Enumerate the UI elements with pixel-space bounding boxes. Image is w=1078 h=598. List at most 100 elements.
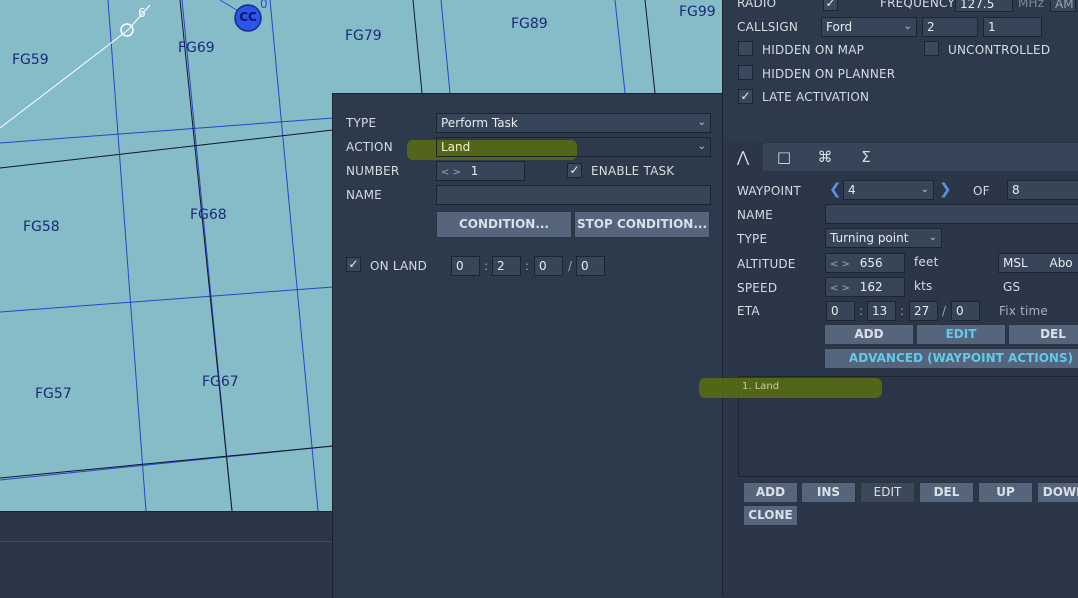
time-seconds-input[interactable]: 0 bbox=[534, 256, 563, 276]
grid-label: FG67 bbox=[202, 374, 239, 390]
time-days-input[interactable]: 0 bbox=[576, 256, 605, 276]
time-minutes-input[interactable]: 2 bbox=[492, 256, 521, 276]
time-separator: / bbox=[942, 304, 947, 318]
altitude-stepper[interactable]: < > 656 bbox=[825, 253, 905, 273]
enable-task-checkbox[interactable]: ✓ bbox=[567, 163, 582, 178]
waypoint-name-input[interactable] bbox=[825, 204, 1078, 224]
map-view[interactable]: CC 6 0 FG59 FG69 FG79 FG58 FG68 FG57 FG6… bbox=[0, 0, 333, 511]
altitude-label: ALTITUDE bbox=[737, 257, 796, 271]
eta-hours-input[interactable]: 0 bbox=[826, 301, 855, 321]
time-separator: : bbox=[859, 304, 864, 318]
number-value: 1 bbox=[470, 164, 479, 178]
hidden-on-map-checkbox[interactable] bbox=[738, 41, 753, 56]
grid-label: FG99 bbox=[679, 4, 716, 20]
hidden-on-planner-label: HIDDEN ON PLANNER bbox=[762, 67, 896, 81]
time-hours-input[interactable]: 0 bbox=[451, 256, 480, 276]
map-grid bbox=[412, 0, 656, 93]
summary-icon[interactable]: Σ bbox=[846, 143, 886, 171]
edit-action-button[interactable]: EDIT bbox=[860, 482, 915, 503]
delete-waypoint-button[interactable]: DEL bbox=[1008, 324, 1078, 345]
waypoint-action-list[interactable]: 1. Land bbox=[699, 376, 1078, 477]
payload-icon[interactable]: ⌘ bbox=[805, 143, 845, 171]
speed-reference: GS bbox=[1003, 280, 1021, 294]
frequency-unit: MHz bbox=[1018, 0, 1045, 10]
editor-tabs: ⋀ □ ⌘ Σ bbox=[723, 143, 1078, 171]
add-waypoint-button[interactable]: ADD bbox=[824, 324, 914, 345]
route-icon[interactable]: ⋀ bbox=[723, 143, 763, 171]
radio-checkbox[interactable]: ✓ bbox=[823, 0, 838, 11]
unit-marker-label[interactable]: CC bbox=[234, 10, 262, 24]
altitude-reference-dropdown[interactable]: MSL Abo bbox=[998, 253, 1078, 273]
frequency-label: FREQUENCY bbox=[880, 0, 955, 10]
move-up-button[interactable]: UP bbox=[978, 482, 1033, 503]
stop-condition-button[interactable]: STOP CONDITION... bbox=[574, 211, 710, 238]
hidden-on-planner-checkbox[interactable] bbox=[738, 65, 753, 80]
grid-label: FG68 bbox=[190, 207, 227, 223]
condition-button[interactable]: CONDITION... bbox=[436, 211, 572, 238]
insert-action-button[interactable]: INS bbox=[801, 482, 856, 503]
clone-action-button[interactable]: CLONE bbox=[743, 505, 798, 526]
waypoint-type-dropdown[interactable]: Turning point ⌄ bbox=[825, 228, 942, 248]
stepper-arrows-icon[interactable]: < > bbox=[830, 259, 850, 270]
frequency-input[interactable]: 127.5 bbox=[955, 0, 1013, 12]
group-properties-panel: RADIO ✓ FREQUENCY 127.5 MHz AM CALLSIGN … bbox=[699, 0, 1078, 597]
prev-waypoint-icon[interactable]: ❮ bbox=[829, 180, 842, 198]
action-dropdown[interactable]: Land ⌄ bbox=[436, 137, 711, 157]
add-action-button[interactable]: ADD bbox=[743, 482, 798, 503]
uncontrolled-checkbox[interactable] bbox=[924, 41, 939, 56]
eta-minutes-input[interactable]: 13 bbox=[867, 301, 896, 321]
type-label: TYPE bbox=[346, 116, 377, 130]
altitude-unit: feet bbox=[914, 255, 939, 269]
eta-label: ETA bbox=[737, 304, 760, 318]
move-down-button[interactable]: DOWN bbox=[1037, 482, 1078, 503]
enable-task-label: ENABLE TASK bbox=[591, 164, 675, 178]
fix-time-label: Fix time bbox=[999, 304, 1048, 318]
grid-label: FG69 bbox=[178, 40, 215, 56]
callsign-dropdown[interactable]: Ford ⌄ bbox=[821, 17, 917, 37]
waypoint-value: 4 bbox=[848, 183, 856, 197]
chevron-down-icon: ⌄ bbox=[920, 184, 929, 195]
of-label: OF bbox=[973, 184, 990, 198]
number-stepper[interactable]: < > 1 bbox=[436, 161, 525, 181]
waypoint-dropdown[interactable]: 4 ⌄ bbox=[843, 180, 934, 200]
edit-waypoint-button[interactable]: EDIT bbox=[916, 324, 1006, 345]
on-land-label: ON LAND bbox=[370, 259, 428, 273]
grid-label: FG58 bbox=[23, 219, 60, 235]
uncontrolled-label: UNCONTROLLED bbox=[948, 43, 1051, 57]
on-land-checkbox[interactable]: ✓ bbox=[346, 257, 361, 272]
late-activation-checkbox[interactable]: ✓ bbox=[738, 89, 753, 104]
stepper-arrows-icon[interactable]: < > bbox=[441, 167, 461, 178]
highlight-marker bbox=[699, 378, 882, 398]
stepper-arrows-icon[interactable]: < > bbox=[830, 283, 850, 294]
grid-label: FG57 bbox=[35, 386, 72, 402]
altitude-ref-value-2: Abo bbox=[1049, 256, 1073, 270]
time-separator: / bbox=[568, 259, 573, 273]
map-view-top[interactable]: FG79 FG89 FG99 bbox=[333, 0, 722, 93]
action-value: Land bbox=[441, 140, 471, 154]
speed-value: 162 bbox=[859, 280, 883, 294]
next-waypoint-icon[interactable]: ❯ bbox=[939, 180, 952, 198]
bottom-bar bbox=[0, 511, 333, 598]
chevron-down-icon: ⌄ bbox=[928, 232, 937, 243]
task-panel: TYPE Perform Task ⌄ ACTION Land ⌄ NUMBER… bbox=[332, 93, 723, 598]
trigger-icon[interactable]: □ bbox=[764, 143, 804, 171]
time-separator: : bbox=[525, 259, 530, 273]
callsign-number-input[interactable]: 2 bbox=[922, 17, 978, 37]
delete-action-button[interactable]: DEL bbox=[919, 482, 974, 503]
task-name-input[interactable] bbox=[436, 185, 711, 205]
eta-seconds-input[interactable]: 27 bbox=[909, 301, 938, 321]
number-label: NUMBER bbox=[346, 164, 400, 178]
speed-stepper[interactable]: < > 162 bbox=[825, 277, 905, 297]
late-activation-label: LATE ACTIVATION bbox=[762, 90, 870, 104]
radio-label: RADIO bbox=[737, 0, 777, 10]
task-type-dropdown[interactable]: Perform Task ⌄ bbox=[436, 113, 711, 133]
speed-unit: kts bbox=[914, 279, 933, 293]
eta-days-input[interactable]: 0 bbox=[951, 301, 980, 321]
list-item[interactable]: 1. Land bbox=[742, 381, 779, 392]
chevron-down-icon: ⌄ bbox=[903, 21, 912, 32]
callsign-number-input[interactable]: 1 bbox=[983, 17, 1042, 37]
advanced-waypoint-actions-button[interactable]: ADVANCED (WAYPOINT ACTIONS) bbox=[824, 348, 1078, 369]
modulation-dropdown[interactable]: AM bbox=[1050, 0, 1076, 12]
hidden-on-map-label: HIDDEN ON MAP bbox=[762, 43, 865, 57]
grid-label: FG79 bbox=[345, 28, 382, 44]
